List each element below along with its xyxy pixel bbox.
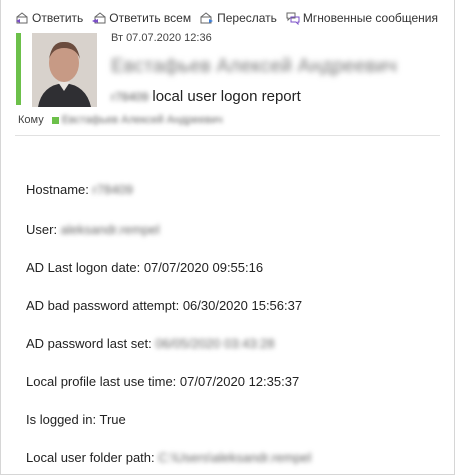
report-line-user: User: aleksandr.rempel [26,222,160,237]
presence-indicator [16,33,21,105]
message-subject: r78409 local user logon report [111,88,301,105]
report-label: AD password last set: [26,336,156,351]
reply-all-icon [92,12,106,24]
report-value: 07/07/2020 09:55:16 [143,260,264,275]
report-value: C:\Users\aleksandr.rempel [158,450,312,465]
message-toolbar: Ответить Ответить всем Переслать Мгновен… [15,9,438,27]
report-value: True [99,412,126,427]
reply-button[interactable]: Ответить [15,11,83,25]
report-label: Local user folder path: [26,450,159,465]
report-label: User: [26,222,61,237]
report-line-ad-bad-password: AD bad password attempt: 06/30/2020 15:5… [26,298,302,313]
report-line-ad-password-last-set: AD password last set: 06/05/2020 03:43:2… [26,336,275,351]
forward-button[interactable]: Переслать [200,11,277,25]
recipient-presence-icon [51,116,59,124]
avatar[interactable] [32,33,97,107]
recipient-name[interactable]: Евстафьев Алексей Андреевич [62,114,223,126]
report-value: 06/05/2020 03:43:28 [155,336,275,351]
recipient-row: Кому Евстафьев Алексей Андреевич [18,114,223,126]
reply-label: Ответить [32,11,84,25]
report-value: aleksandr.rempel [60,222,160,237]
report-line-is-logged-in: Is logged in: True [26,412,126,427]
report-label: Hostname: [26,182,93,197]
reply-icon [16,12,28,24]
report-value: 07/07/2020 12:35:37 [179,374,300,389]
subject-hostname: r78409 [111,90,149,104]
report-line-folder-path: Local user folder path: C:\Users\aleksan… [26,450,311,465]
report-label: AD Last logon date: [26,260,144,275]
reply-all-button[interactable]: Ответить всем [92,11,191,25]
email-reading-pane: Ответить Ответить всем Переслать Мгновен… [0,0,455,475]
reply-all-label: Ответить всем [109,11,192,25]
report-label: AD bad password attempt: [26,298,183,313]
sender-name[interactable]: Евстафьев Алексей Андреевич [111,56,397,78]
report-label: Is logged in: [26,412,100,427]
header-divider [15,135,440,136]
message-date: Вт 07.07.2020 12:36 [111,32,212,44]
report-line-profile-last-use: Local profile last use time: 07/07/2020 … [26,374,299,389]
report-line-ad-last-logon: AD Last logon date: 07/07/2020 09:55:16 [26,260,263,275]
chat-icon [286,12,300,25]
report-value: r78409 [92,182,133,197]
forward-icon [200,12,214,24]
to-label: Кому [18,114,44,126]
instant-message-label: Мгновенные сообщения [302,11,438,25]
report-line-hostname: Hostname: r78409 [26,182,133,197]
instant-message-button[interactable]: Мгновенные сообщения [286,11,438,25]
subject-text: local user logon report [152,88,301,105]
report-label: Local profile last use time: [26,374,180,389]
report-value: 06/30/2020 15:56:37 [182,298,303,313]
forward-label: Переслать [217,11,277,25]
